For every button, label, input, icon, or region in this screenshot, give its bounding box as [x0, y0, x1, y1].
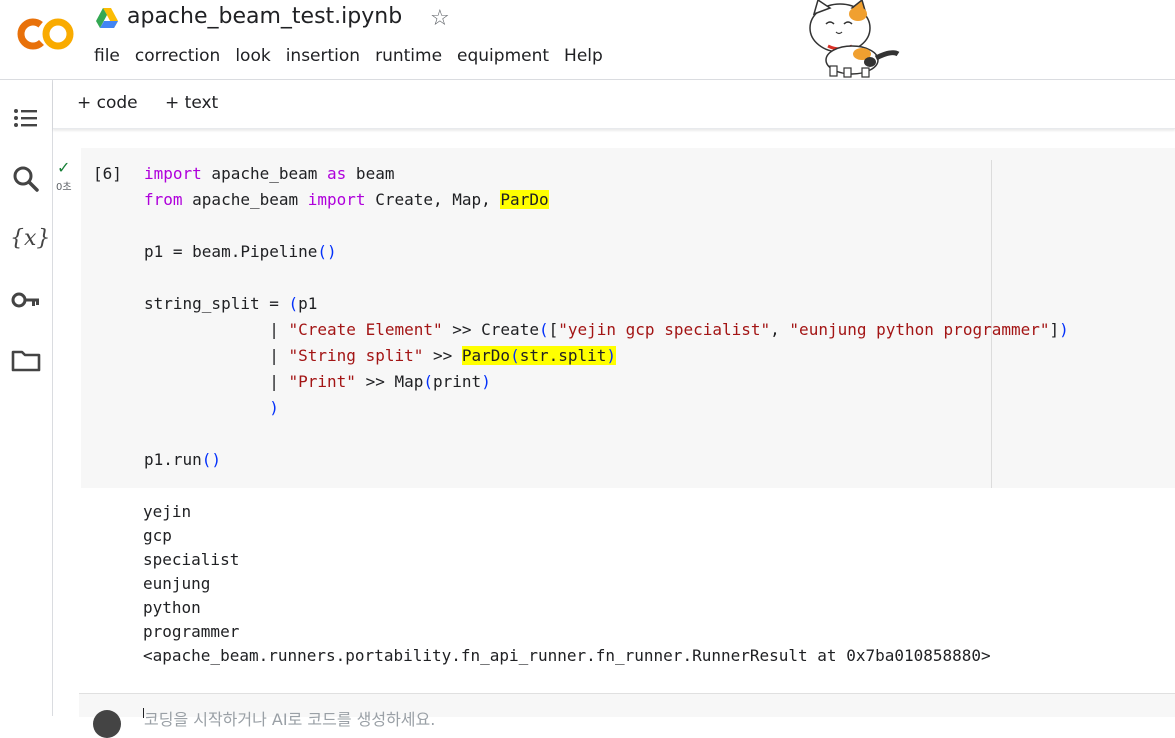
menu-equipment[interactable]: equipment — [457, 46, 549, 66]
execution-success-icon: ✓ — [57, 158, 71, 177]
colab-logo[interactable] — [17, 14, 75, 54]
star-icon[interactable]: ☆ — [430, 6, 450, 31]
menu-runtime[interactable]: runtime — [375, 46, 442, 66]
key-icon[interactable] — [10, 284, 42, 316]
code-line: string_split = (p1 — [144, 294, 318, 313]
execution-count[interactable]: [6] — [93, 164, 122, 183]
highlighted-token: ParDo — [500, 190, 549, 209]
cell-toolbar: + code + text — [53, 80, 1175, 129]
run-cell-button[interactable] — [93, 710, 121, 738]
table-of-contents-icon[interactable] — [10, 102, 42, 134]
variables-icon[interactable]: {x} — [10, 223, 50, 255]
code-line: | "Print" >> Map(print) — [144, 372, 491, 391]
output-line: yejin — [143, 502, 192, 521]
cell-output: yejin gcp specialist eunjung python programme… — [143, 500, 991, 668]
left-sidebar: {x} — [0, 80, 53, 716]
code-line: ) — [269, 398, 279, 417]
code-line: from apache_beam import Create, Map, Par… — [144, 190, 549, 209]
output-line: <apache_beam.runners.portability.fn_api_… — [143, 646, 991, 665]
highlighted-token: ParDo(str.split) — [461, 346, 617, 365]
code-line: p1 = beam.Pipeline() — [144, 242, 337, 261]
notebook-title[interactable]: apache_beam_test.ipynb — [127, 4, 402, 29]
code-line: import apache_beam as beam — [144, 164, 395, 183]
menu-help[interactable]: Help — [564, 46, 603, 66]
text-cursor — [143, 708, 144, 718]
add-code-button[interactable]: + code — [77, 93, 138, 113]
code-line: p1.run() — [144, 450, 222, 469]
cell-placeholder: 코딩을 시작하거나 AI로 코드를 생성하세요. — [144, 710, 436, 729]
output-line: python — [143, 598, 201, 617]
execution-time: 0초 — [56, 182, 72, 193]
add-text-button[interactable]: + text — [165, 93, 218, 113]
output-line: eunjung — [143, 574, 211, 593]
output-line: programmer — [143, 622, 240, 641]
menu-insertion[interactable]: insertion — [286, 46, 360, 66]
code-editor[interactable]: import apache_beam as beam from apache_b… — [144, 161, 1069, 473]
google-drive-icon[interactable] — [96, 8, 118, 28]
menu-look[interactable]: look — [235, 46, 270, 66]
cat-mascot-image — [809, 0, 900, 78]
code-line: | "String split" >> ParDo(str.split) — [144, 346, 617, 365]
output-line: specialist — [143, 550, 240, 569]
notebook-header: apache_beam_test.ipynb ☆ file correction l… — [0, 0, 1175, 80]
folder-icon[interactable] — [10, 344, 42, 376]
menu-file[interactable]: file — [94, 46, 120, 66]
menu-correction[interactable]: correction — [135, 46, 220, 66]
code-line: | "Create Element" >> Create(["yejin gcp… — [144, 320, 1069, 339]
menu-bar: file correction look insertion runtime equipm… — [94, 46, 618, 66]
output-line: gcp — [143, 526, 172, 545]
search-icon[interactable] — [10, 163, 42, 195]
